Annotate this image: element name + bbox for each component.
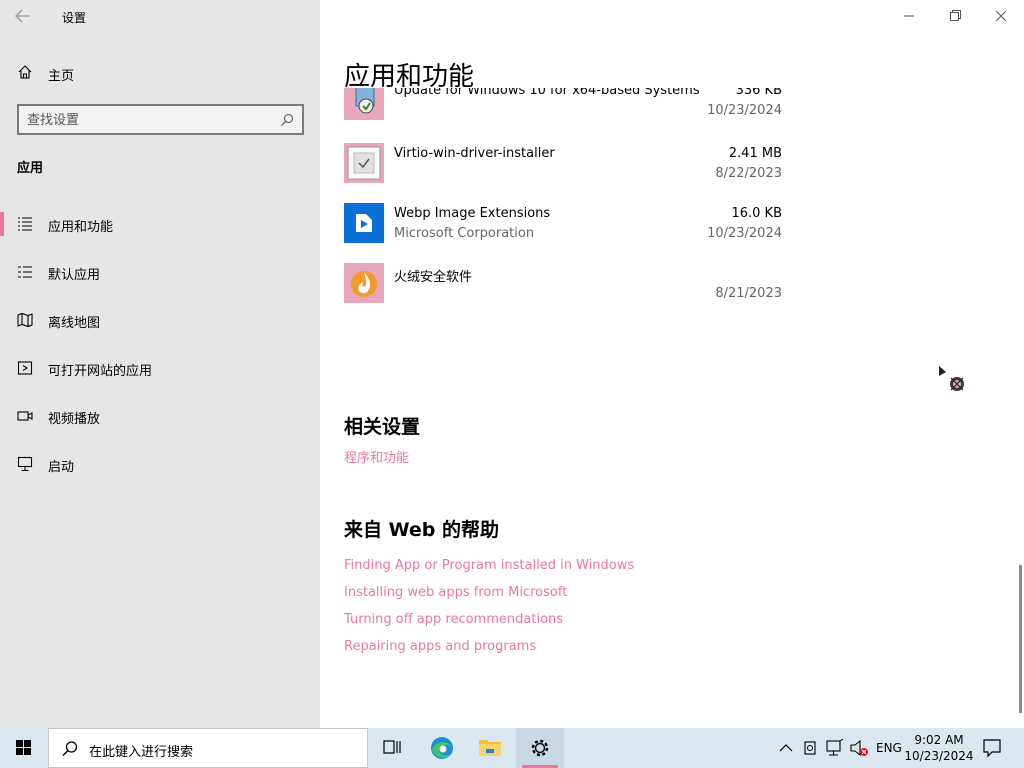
app-name: Virtio-win-driver-installer (394, 146, 555, 161)
back-arrow-icon (15, 9, 30, 23)
language-indicator: ENG (876, 741, 902, 755)
app-list[interactable]: Update for Windows 10 for x64-based Syst… (344, 88, 784, 318)
apps-for-websites-icon (17, 361, 33, 375)
app-list-item[interactable]: 火绒安全软件 8/21/2023 (344, 263, 784, 318)
task-view-button[interactable] (368, 728, 416, 768)
folder-icon (479, 740, 501, 756)
tray-device-icon-button[interactable] (800, 728, 822, 768)
related-settings-heading: 相关设置 (344, 416, 421, 438)
input-language-button[interactable]: ENG (874, 728, 904, 768)
windows-update-installer-icon (344, 88, 384, 120)
section-label: 应用 (17, 161, 44, 176)
window-title: 设置 (62, 11, 87, 25)
clock-time: 9:02 AM (914, 733, 964, 747)
network-tray-button[interactable] (824, 728, 846, 768)
sidebar-item-video-playback[interactable]: 视频播放 (0, 396, 320, 436)
show-hidden-icons-button[interactable] (776, 728, 796, 768)
restore-button[interactable] (932, 0, 978, 32)
window-controls (886, 0, 1024, 32)
search-icon (62, 741, 78, 757)
app-list-item[interactable]: Virtio-win-driver-installer 2.41 MB 8/22… (344, 143, 784, 199)
vertical-scrollbar[interactable] (1019, 565, 1022, 713)
app-date: 8/21/2023 (715, 286, 782, 301)
sidebar-item-label: 离线地图 (48, 316, 101, 331)
edge-taskbar-button[interactable] (418, 728, 466, 768)
minimize-icon (904, 15, 914, 17)
settings-taskbar-button[interactable] (516, 728, 564, 768)
gear-icon (531, 739, 549, 757)
notification-icon (983, 739, 1001, 758)
device-icon (804, 741, 816, 755)
network-icon (826, 738, 844, 756)
selected-indicator (0, 212, 4, 236)
help-link[interactable]: Installing web apps from Microsoft (344, 585, 567, 600)
settings-search-input[interactable] (27, 110, 267, 130)
app-date: 8/22/2023 (715, 166, 782, 181)
title-bar: 设置 (0, 0, 320, 32)
home-label: 主页 (48, 69, 75, 84)
taskbar-clock[interactable]: 9:02 AM 10/23/2024 (904, 732, 974, 764)
app-list-item[interactable]: Webp Image Extensions Microsoft Corporat… (344, 203, 784, 259)
taskbar: 在此键入进行搜索 ENG 9:02 AM 10/23/2024 (0, 728, 1024, 768)
home-icon (18, 65, 32, 79)
action-center-button[interactable] (978, 728, 1006, 768)
settings-search-box[interactable] (17, 104, 304, 135)
default-apps-icon (18, 266, 32, 278)
sidebar-item-label: 应用和功能 (48, 220, 114, 235)
help-link[interactable]: Finding App or Program installed in Wind… (344, 558, 634, 573)
offline-maps-icon (17, 312, 33, 328)
sidebar-item-label: 启动 (48, 460, 75, 475)
app-date: 10/23/2024 (707, 103, 782, 118)
video-playback-icon (17, 411, 33, 421)
sidebar-item-offline-maps[interactable]: 离线地图 (0, 300, 320, 340)
app-publisher: Microsoft Corporation (394, 226, 535, 241)
sidebar-item-label: 视频播放 (48, 412, 101, 427)
web-help-heading: 来自 Web 的帮助 (344, 519, 499, 541)
home-nav-item[interactable]: 主页 (0, 58, 320, 88)
huorong-security-icon (344, 263, 384, 303)
app-date: 10/23/2024 (707, 226, 782, 241)
task-view-icon (383, 740, 401, 754)
sidebar-item-startup[interactable]: 启动 (0, 444, 320, 484)
app-size: 2.41 MB (728, 146, 782, 161)
minimize-button[interactable] (886, 0, 932, 32)
sidebar-item-default-apps[interactable]: 默认应用 (0, 252, 320, 292)
windows-logo-icon (16, 740, 31, 755)
close-button[interactable] (978, 0, 1024, 32)
startup-icon (17, 456, 33, 472)
restore-icon (950, 10, 961, 21)
sidebar: 设置 主页 应用 应用和功能 默认应用 (0, 0, 320, 728)
taskbar-search-box[interactable]: 在此键入进行搜索 (48, 728, 368, 768)
sidebar-item-label: 默认应用 (48, 268, 101, 283)
app-name: Update for Windows 10 for x64-based Syst… (394, 88, 704, 98)
screen: 设置 主页 应用 应用和功能 默认应用 (0, 0, 1024, 768)
volume-tray-button[interactable] (848, 728, 872, 768)
virtio-installer-icon (344, 143, 384, 183)
clock-date: 10/23/2024 (904, 749, 974, 763)
programs-features-link[interactable]: 程序和功能 (344, 447, 409, 466)
back-button[interactable] (12, 6, 34, 26)
app-size: 16.0 KB (731, 206, 782, 221)
app-list-item[interactable]: Update for Windows 10 for x64-based Syst… (344, 88, 784, 136)
start-button[interactable] (0, 728, 48, 768)
main-content: 应用和功能 Update for Windows 10 for x64-base… (320, 0, 1024, 728)
apps-features-icon (18, 217, 32, 231)
search-icon[interactable] (280, 113, 294, 127)
sidebar-item-apps-for-websites[interactable]: 可打开网站的应用 (0, 348, 320, 388)
app-name: Webp Image Extensions (394, 206, 551, 221)
mouse-cursor-icon (937, 364, 971, 394)
edge-icon (431, 737, 453, 759)
file-explorer-button[interactable] (466, 728, 514, 768)
sidebar-item-apps-features[interactable]: 应用和功能 (0, 204, 320, 244)
sidebar-item-label: 可打开网站的应用 (48, 364, 153, 379)
taskbar-search-placeholder: 在此键入进行搜索 (89, 745, 194, 760)
volume-muted-icon (850, 739, 868, 757)
app-size: 336 KB (735, 88, 782, 98)
help-link[interactable]: Repairing apps and programs (344, 639, 536, 654)
webp-extensions-icon (344, 203, 384, 243)
app-name: 火绒安全软件 (394, 270, 473, 285)
help-link[interactable]: Turning off app recommendations (344, 612, 563, 627)
close-icon (995, 10, 1007, 22)
chevron-up-icon (779, 744, 793, 752)
